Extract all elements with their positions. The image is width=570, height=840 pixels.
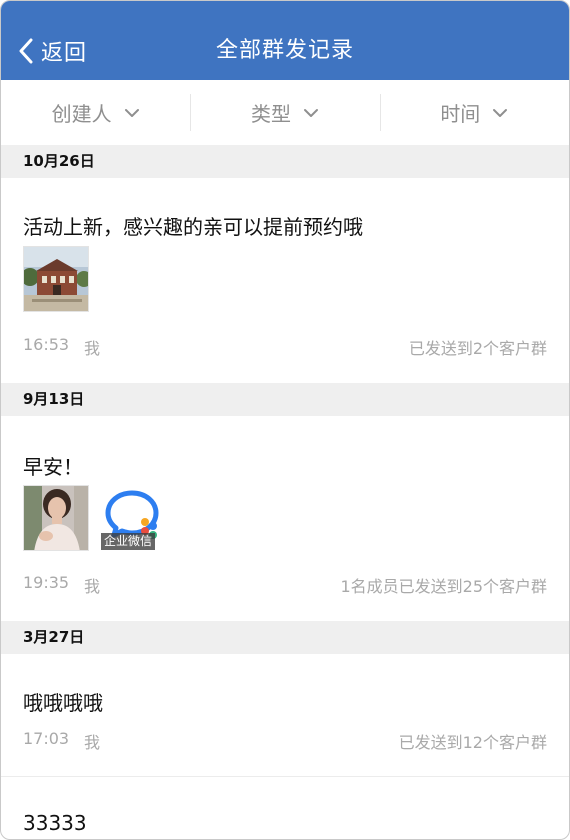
image-attachment[interactable]	[23, 485, 89, 551]
wecom-badge: 企业微信	[101, 533, 156, 550]
sender: 我	[84, 577, 101, 596]
message-text[interactable]: 33333	[23, 811, 87, 835]
filter-time-label: 时间	[440, 102, 481, 126]
portrait-photo	[24, 486, 88, 550]
filter-creator[interactable]: 创建人	[1, 80, 190, 145]
message-text[interactable]: 活动上新，感兴趣的亲可以提前预约哦	[23, 211, 363, 240]
send-status: 已发送到12个客户群	[398, 733, 547, 752]
filter-creator-label: 创建人	[51, 102, 112, 126]
divider	[1, 776, 569, 777]
send-time: 16:53	[23, 335, 70, 354]
filter-type[interactable]: 类型	[190, 80, 379, 145]
chevron-down-icon	[124, 108, 139, 117]
nav-header: 返回 全部群发记录	[1, 1, 569, 80]
sender: 我	[84, 339, 101, 358]
building-photo	[24, 247, 88, 311]
filter-time[interactable]: 时间	[379, 80, 569, 145]
date-header: 10月26日	[1, 145, 569, 178]
message-text[interactable]: 早安！	[23, 451, 83, 480]
send-time: 17:03	[23, 729, 70, 748]
filter-type-label: 类型	[250, 102, 291, 126]
screen: 返回 全部群发记录 创建人 类型 时间 10月26日 活动上新，感兴趣的亲可以提…	[0, 0, 570, 840]
chevron-down-icon	[303, 108, 318, 117]
date-header: 9月13日	[1, 383, 569, 416]
message-text[interactable]: 哦哦哦哦	[23, 687, 103, 716]
send-status: 1名成员已发送到25个客户群	[340, 577, 547, 596]
chevron-down-icon	[493, 108, 508, 117]
filter-bar: 创建人 类型 时间	[1, 80, 569, 145]
sender: 我	[84, 733, 101, 752]
image-attachment[interactable]	[23, 246, 89, 312]
send-status: 已发送到2个客户群	[408, 339, 547, 358]
wecom-attachment[interactable]: 企业微信	[101, 485, 167, 551]
page-title: 全部群发记录	[215, 38, 354, 63]
send-time: 19:35	[23, 573, 70, 592]
date-header: 3月27日	[1, 621, 569, 654]
